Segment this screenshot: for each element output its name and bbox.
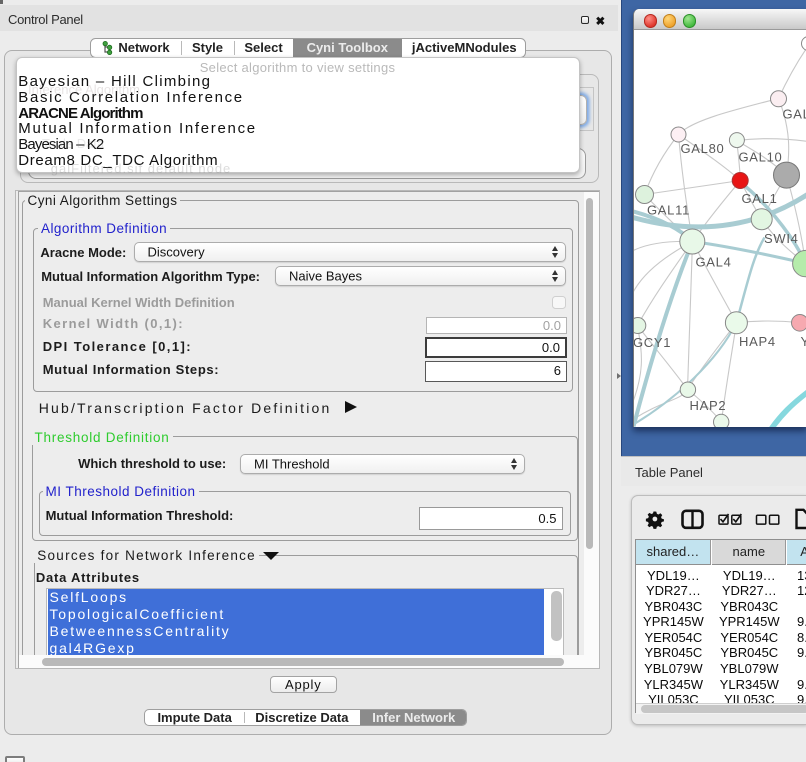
svg-text:SWI4: SWI4: [764, 231, 799, 246]
svg-text:GAL4: GAL4: [695, 255, 731, 270]
svg-text:GAL10: GAL10: [738, 150, 782, 165]
svg-text:GAL11: GAL11: [647, 203, 690, 218]
svg-text:GAL: GAL: [782, 107, 806, 122]
svg-text:GAL1: GAL1: [741, 191, 777, 206]
svg-text:GAL80: GAL80: [680, 141, 724, 156]
svg-text:GCY1: GCY1: [634, 335, 671, 350]
svg-text:HAP4: HAP4: [739, 334, 776, 349]
svg-text:HAP2: HAP2: [689, 398, 726, 413]
svg-text:Y: Y: [800, 334, 806, 349]
